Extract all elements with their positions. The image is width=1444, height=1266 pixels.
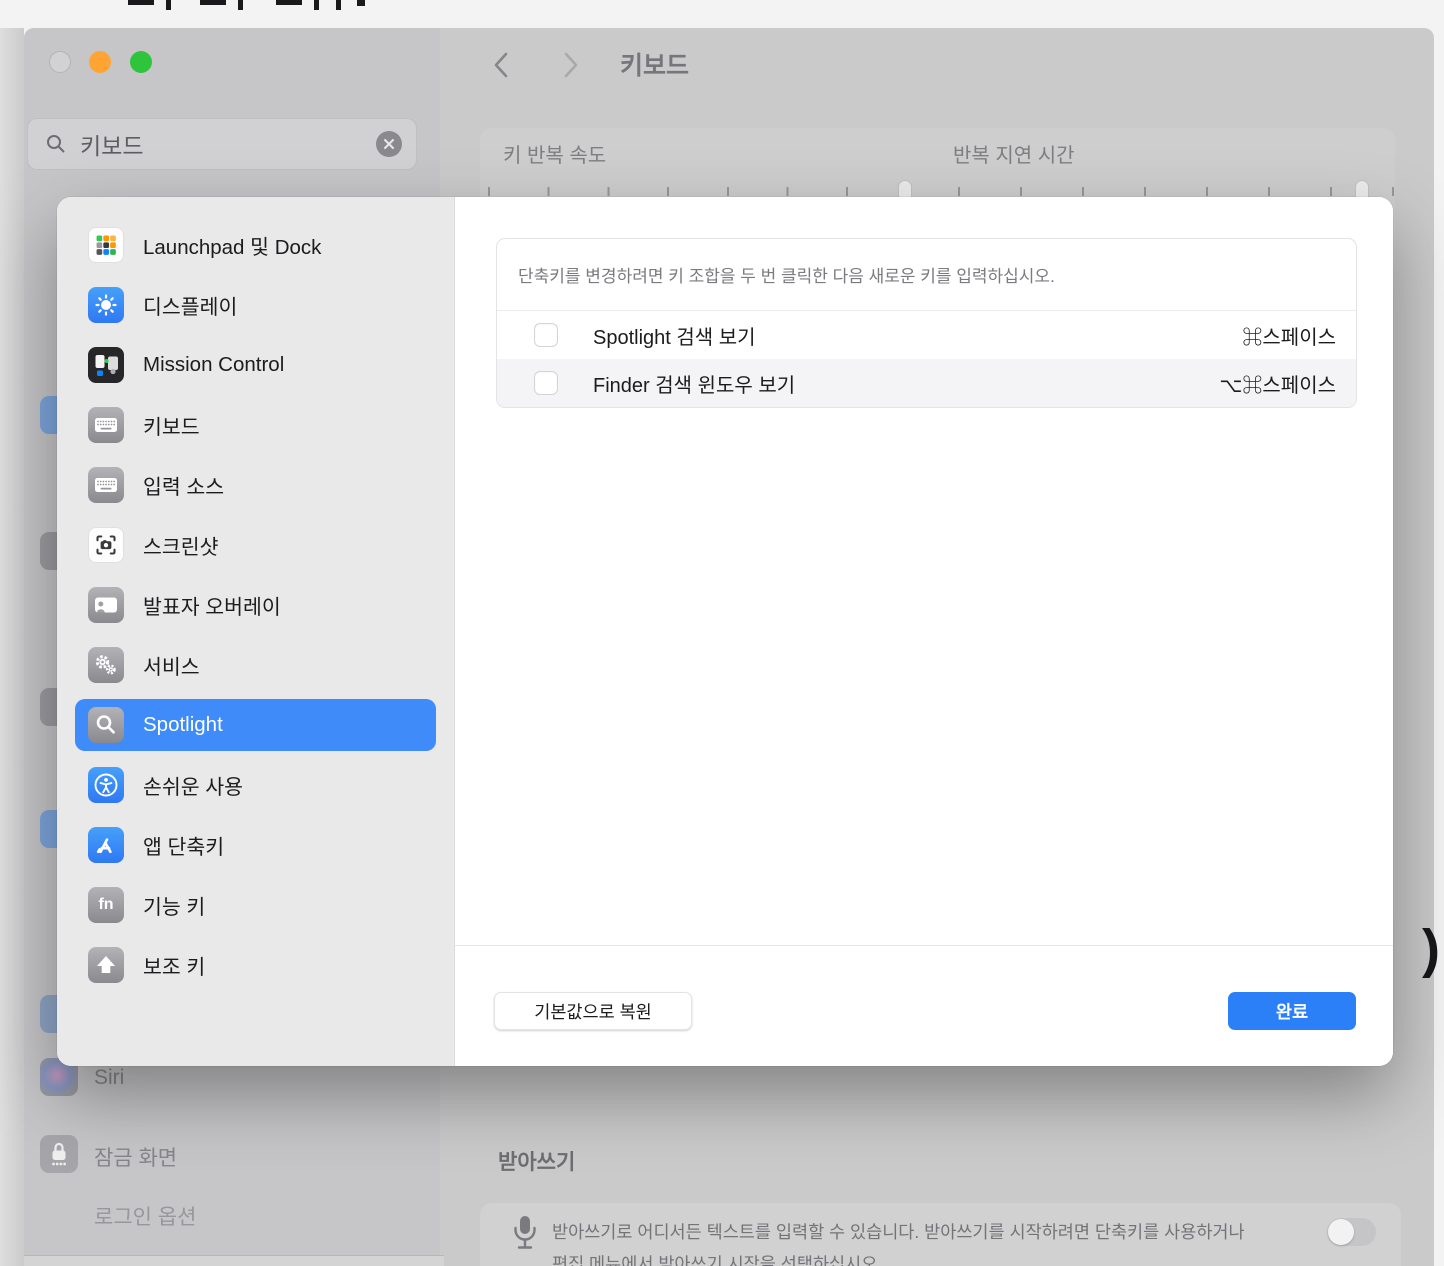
shortcuts-card: 단축키를 변경하려면 키 조합을 두 번 클릭한 다음 새로운 키를 입력하십시… (496, 238, 1357, 408)
spotlight-search-checkbox[interactable] (534, 323, 558, 347)
window-minimize-button[interactable] (89, 51, 111, 73)
spotlight-icon (88, 707, 124, 743)
repeat-delay-label: 반복 지연 시간 (953, 139, 1075, 168)
cropped-text-artifact (314, 0, 319, 10)
window-zoom-button[interactable] (130, 51, 152, 73)
sidebar-item-label: 입력 소스 (143, 470, 224, 500)
sidebar-item-launchpad-dock[interactable]: Launchpad 및 Dock (57, 219, 454, 279)
shortcut-row-finder-search[interactable]: Finder 검색 윈도우 보기 ⌥⌘스페이스 (497, 359, 1356, 407)
page-title: 키보드 (620, 46, 689, 82)
sidebar-item-keyboard[interactable]: 키보드 (57, 399, 454, 459)
search-icon (45, 133, 67, 155)
mission-control-icon (88, 347, 124, 383)
window-bottom-strip (24, 1256, 444, 1266)
key-repeat-speed-label: 키 반복 속도 (503, 139, 606, 168)
sidebar-item-mission-control[interactable]: Mission Control (57, 339, 454, 399)
accessibility-icon (88, 767, 124, 803)
search-input[interactable]: 키보드 (27, 118, 417, 170)
sidebar-item-label: Spotlight (143, 713, 223, 737)
sidebar-item-presenter-overlay[interactable]: 발표자 오버레이 (57, 579, 454, 639)
sidebar-item-displays[interactable]: 디스플레이 (57, 279, 454, 339)
cropped-text-artifact (238, 0, 243, 10)
sidebar-item-app-shortcuts[interactable]: 앱 단축키 (57, 819, 454, 879)
window-edge-strip (0, 28, 24, 1266)
shortcuts-panel: 단축키를 변경하려면 키 조합을 두 번 클릭한 다음 새로운 키를 입력하십시… (455, 197, 1393, 1066)
shortcuts-instruction: 단축키를 변경하려면 키 조합을 두 번 클릭한 다음 새로운 키를 입력하십시… (497, 239, 1356, 311)
sidebar-item-screenshots[interactable]: 스크린샷 (57, 519, 454, 579)
shortcut-label: Spotlight 검색 보기 (593, 321, 756, 350)
sidebar-item-services[interactable]: 서비스 (57, 639, 454, 699)
sidebar-item-spotlight[interactable]: Spotlight (57, 699, 454, 759)
cropped-text-artifact (276, 0, 302, 5)
sidebar-item-label: 키보드 (143, 410, 200, 440)
sidebar-item-input-sources[interactable]: 입력 소스 (57, 459, 454, 519)
repeat-delay-slider[interactable] (958, 187, 1394, 196)
shortcut-keys[interactable]: ⌘스페이스 (1242, 321, 1336, 350)
sidebar-item-label: 서비스 (143, 650, 200, 680)
dictation-description-line2: 편집 메뉴에서 받아쓰기 시작을 선택하십시오. (552, 1251, 882, 1266)
shortcut-row-spotlight-search[interactable]: Spotlight 검색 보기 ⌘스페이스 (497, 311, 1356, 359)
shortcut-label: Finder 검색 윈도우 보기 (593, 369, 795, 398)
cropped-text-artifact (166, 0, 171, 10)
screen: 키보드 Siri (0, 0, 1444, 1266)
clear-search-icon[interactable] (376, 131, 402, 157)
sidebar-item-lock-screen[interactable]: 잠금 화면 (94, 1142, 177, 1172)
restore-defaults-button[interactable]: 기본값으로 복원 (494, 992, 692, 1030)
dictation-description-line1: 받아쓰기로 어디서든 텍스트를 입력할 수 있습니다. 받아쓰기를 시작하려면 … (552, 1219, 1245, 1244)
display-icon (88, 287, 124, 323)
sidebar-item-label: 스크린샷 (143, 530, 218, 560)
back-chevron-icon[interactable] (489, 50, 515, 80)
services-icon (88, 647, 124, 683)
sidebar-item-label: 발표자 오버레이 (143, 590, 281, 620)
sidebar-item-label: 디스플레이 (143, 290, 237, 320)
finder-search-checkbox[interactable] (534, 371, 558, 395)
sidebar-item-function-keys[interactable]: fn 기능 키 (57, 879, 454, 939)
search-value: 키보드 (80, 127, 376, 161)
screenshot-icon (88, 527, 124, 563)
cropped-text-artifact (336, 0, 341, 10)
keyboard-icon (88, 407, 124, 443)
window-close-button[interactable] (49, 51, 71, 73)
sidebar-item-label: Mission Control (143, 353, 284, 377)
sidebar-item-label: Launchpad 및 Dock (143, 230, 321, 260)
function-keys-icon: fn (88, 887, 124, 923)
sidebar-item-label: 앱 단축키 (143, 830, 224, 860)
sidebar-item-accessibility[interactable]: 손쉬운 사용 (57, 759, 454, 819)
footer-divider (455, 945, 1393, 946)
sidebar-item-label: 보조 키 (143, 950, 205, 980)
cropped-text-artifact (357, 0, 365, 6)
sidebar-item-label: 기능 키 (143, 890, 205, 920)
sidebar-item-siri[interactable]: Siri (94, 1066, 124, 1090)
cropped-text-artifact (128, 0, 154, 5)
keyboard-shortcuts-dialog: Launchpad 및 Dock (57, 197, 1393, 1066)
dictation-card: 받아쓰기로 어디서든 텍스트를 입력할 수 있습니다. 받아쓰기를 시작하려면 … (480, 1203, 1401, 1266)
modifier-keys-icon (88, 947, 124, 983)
lock-screen-icon[interactable] (40, 1135, 78, 1173)
sidebar-item-login-options[interactable]: 로그인 옵션 (94, 1201, 196, 1231)
done-button[interactable]: 완료 (1228, 992, 1356, 1030)
dictation-toggle[interactable] (1327, 1218, 1376, 1246)
sidebar-item-modifier-keys[interactable]: 보조 키 (57, 939, 454, 999)
shortcuts-sidebar: Launchpad 및 Dock (57, 197, 455, 1066)
shortcut-keys[interactable]: ⌥⌘스페이스 (1219, 369, 1336, 398)
sidebar-item-label: 손쉬운 사용 (143, 770, 243, 800)
cropped-paren-artifact: ) (1422, 918, 1440, 980)
forward-chevron-icon[interactable] (557, 50, 583, 80)
toggle-knob (1328, 1219, 1354, 1245)
input-sources-icon (88, 467, 124, 503)
launchpad-icon (88, 227, 124, 263)
key-repeat-slider[interactable] (488, 187, 907, 196)
microphone-icon (512, 1213, 538, 1265)
cropped-text-artifact (200, 0, 226, 5)
dictation-heading: 받아쓰기 (498, 1146, 575, 1176)
presenter-overlay-icon (88, 587, 124, 623)
app-shortcuts-icon (88, 827, 124, 863)
